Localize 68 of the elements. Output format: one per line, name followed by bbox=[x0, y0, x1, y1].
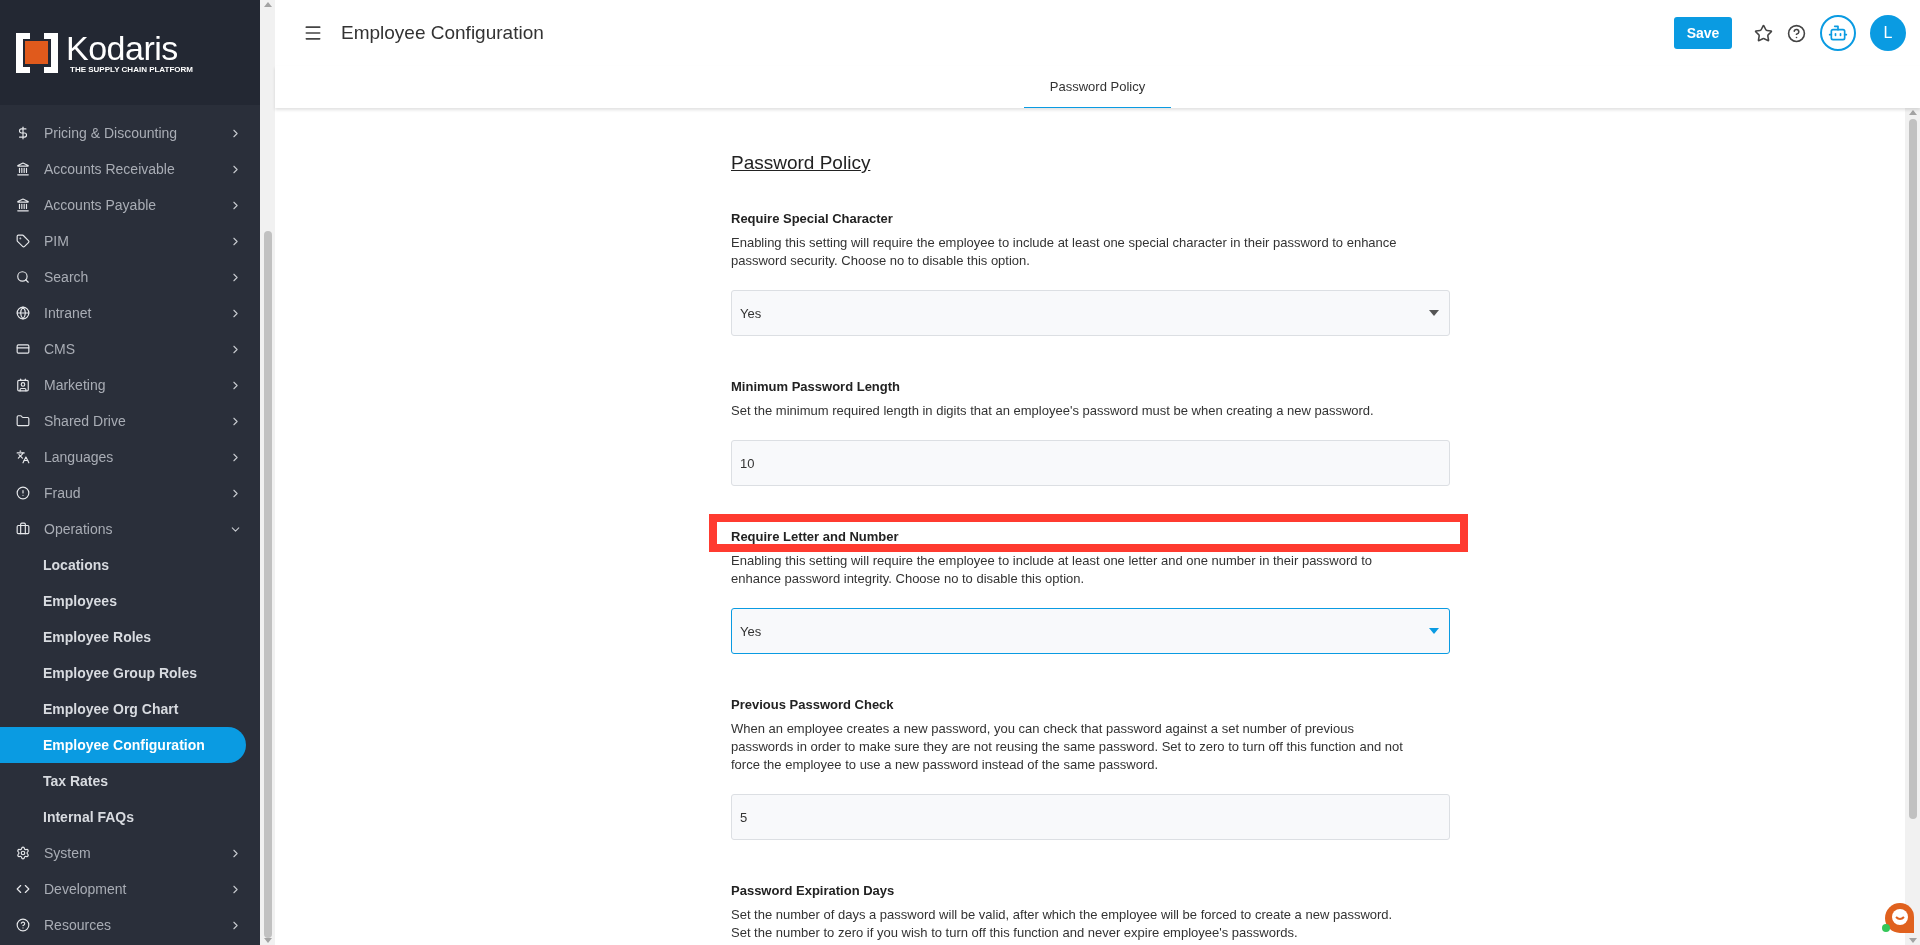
sidebar-item[interactable]: Resources bbox=[0, 907, 260, 943]
menu-icon[interactable] bbox=[303, 23, 323, 43]
bank-icon bbox=[16, 198, 30, 212]
translate-icon bbox=[16, 450, 30, 464]
sidebar-subitem[interactable]: Employee Configuration bbox=[0, 727, 246, 763]
help-icon[interactable] bbox=[1787, 23, 1806, 43]
search-icon bbox=[16, 270, 30, 284]
scrollbar[interactable] bbox=[1905, 108, 1920, 945]
setting-description: When an employee creates a new password, you can check that password against a set number of previous passwords in order to make sure they are not reusing the same password. Set to zero to turn off this function and not force the employee to use a new password instead of the same password. bbox=[731, 720, 1404, 774]
bank-icon bbox=[16, 162, 30, 176]
logo-tagline: THE SUPPLY CHAIN PLATFORM bbox=[70, 65, 193, 74]
input-field[interactable]: 5 bbox=[731, 794, 1450, 840]
setting-label: Previous Password Check bbox=[731, 696, 894, 714]
logo-icon bbox=[16, 32, 58, 73]
code-icon bbox=[16, 882, 30, 896]
input-field[interactable]: 10 bbox=[731, 440, 1450, 486]
setting-description: Set the number of days a password will be valid, after which the employee will be forced to create a new password. Set the number to zero if you wish to turn off this function and never expire employee's passwords. bbox=[731, 906, 1394, 942]
sidebar-item[interactable]: Marketing bbox=[0, 367, 260, 403]
select-field[interactable]: Yes bbox=[731, 608, 1450, 654]
setting-label: Password Expiration Days bbox=[731, 882, 895, 900]
sidebar-subitem[interactable]: Employees bbox=[0, 583, 246, 619]
logo-name: Kodaris bbox=[66, 31, 179, 65]
settings-icon bbox=[16, 846, 30, 860]
sidebar-subitem[interactable]: Employee Org Chart bbox=[0, 691, 246, 727]
setting-description: Enabling this setting will require the employee to include at least one special character in their password to enhance password security. Choose no to disable this option. bbox=[731, 234, 1398, 270]
sidebar-item[interactable]: Operations bbox=[0, 511, 260, 547]
tag-icon bbox=[16, 234, 30, 248]
sidebar-item[interactable]: Languages bbox=[0, 439, 260, 475]
sidebar-item[interactable]: Fraud bbox=[0, 475, 260, 511]
contact-card-icon bbox=[16, 378, 30, 392]
globe-icon bbox=[16, 306, 30, 320]
select-field[interactable]: Yes bbox=[731, 290, 1450, 336]
setting-label: Require Letter and Number bbox=[731, 528, 899, 546]
sidebar-subitem[interactable]: Internal FAQs bbox=[0, 799, 246, 835]
robot-icon[interactable] bbox=[1820, 15, 1856, 51]
sidebar-item[interactable]: Pricing & Discounting bbox=[0, 115, 260, 151]
avatar[interactable]: L bbox=[1870, 15, 1906, 51]
sidebar-item[interactable]: Accounts Payable bbox=[0, 187, 260, 223]
setting-label: Minimum Password Length bbox=[731, 378, 900, 396]
sidebar-item[interactable]: PIM bbox=[0, 223, 260, 259]
caret-icon bbox=[1429, 628, 1439, 634]
sidebar-subitem[interactable]: Employee Roles bbox=[0, 619, 246, 655]
folder-icon bbox=[16, 414, 30, 428]
save-button[interactable]: Save bbox=[1674, 17, 1732, 49]
sidebar-item[interactable]: Search bbox=[0, 259, 260, 295]
sidebar-item[interactable]: Accounts Receivable bbox=[0, 151, 260, 187]
alert-icon bbox=[16, 486, 30, 500]
sidebar-subitem[interactable]: Tax Rates bbox=[0, 763, 246, 799]
help-icon bbox=[16, 918, 30, 932]
sidebar-item[interactable]: Development bbox=[0, 871, 260, 907]
sidebar-item[interactable]: Intranet bbox=[0, 295, 260, 331]
star-icon[interactable] bbox=[1754, 23, 1773, 43]
sidebar-subitem[interactable]: Employee Group Roles bbox=[0, 655, 246, 691]
dollar-icon bbox=[16, 126, 30, 140]
sidebar-item[interactable]: Shared Drive bbox=[0, 403, 260, 439]
sidebar-item[interactable]: CMS bbox=[0, 331, 260, 367]
tab[interactable]: Password Policy bbox=[1023, 66, 1172, 108]
briefcase-icon bbox=[16, 522, 30, 536]
setting-description: Enabling this setting will require the employee to include at least one letter and one number in their password to enhance password integrity. Choose no to disable this option. bbox=[731, 552, 1373, 588]
card-icon bbox=[16, 342, 30, 356]
setting-label: Require Special Character bbox=[731, 210, 893, 228]
setting-description: Set the minimum required length in digits that an employee's password must be when creating a new password. bbox=[731, 402, 1375, 420]
caret-icon bbox=[1429, 310, 1439, 316]
sidebar-subitem[interactable]: Locations bbox=[0, 547, 246, 583]
scrollbar[interactable] bbox=[260, 0, 275, 945]
sidebar-item[interactable]: System bbox=[0, 835, 260, 871]
page-title: Employee Configuration bbox=[341, 22, 545, 44]
section-title: Password Policy bbox=[731, 152, 871, 174]
